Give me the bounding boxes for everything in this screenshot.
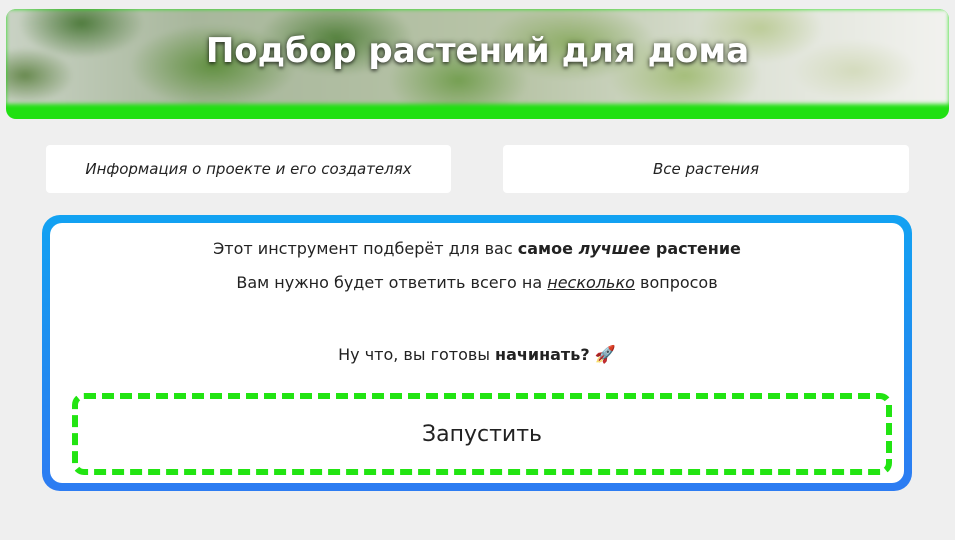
intro-line-1: Этот инструмент подберёт для вас самое л… (50, 239, 904, 258)
intro-card-body: Этот инструмент подберёт для вас самое л… (50, 223, 904, 483)
all-plants-button[interactable]: Все растения (503, 145, 909, 193)
intro-line-2: Вам нужно будет ответить всего на нескол… (50, 273, 904, 292)
intro-line-2-text: Вам нужно будет ответить всего на (236, 273, 548, 292)
about-project-button[interactable]: Информация о проекте и его создателях (46, 145, 451, 193)
header-banner: Подбор растений для дома (6, 9, 949, 119)
intro-line-2-suffix: вопросов (634, 273, 718, 292)
intro-line-1-bold: самое (517, 239, 579, 258)
start-button[interactable]: Запустить (72, 393, 892, 475)
intro-line-3-text: Ну что, вы готовы (338, 345, 496, 364)
intro-line-3: Ну что, вы готовы начинать? 🚀 (50, 345, 904, 365)
intro-line-1-text: Этот инструмент подберёт для вас (213, 239, 518, 258)
intro-line-2-emphasis: несколько (547, 273, 635, 292)
intro-line-1-bold-italic: лучшее (578, 239, 651, 258)
page-title: Подбор растений для дома (205, 31, 750, 71)
rocket-icon: 🚀 (594, 345, 616, 365)
intro-line-1-bold-end: растение (650, 239, 741, 258)
intro-line-3-bold: начинать? (495, 345, 590, 364)
intro-card: Этот инструмент подберёт для вас самое л… (42, 215, 912, 491)
